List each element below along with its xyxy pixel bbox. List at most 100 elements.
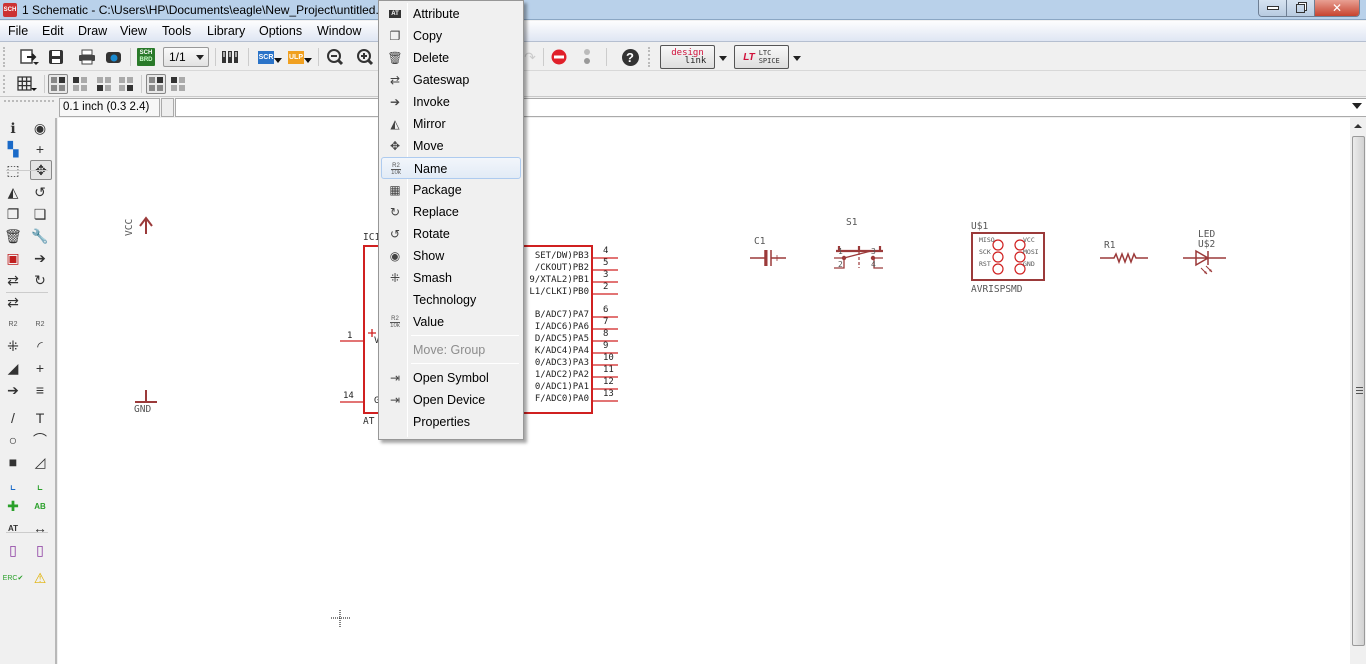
restore-button[interactable]: [1287, 0, 1315, 16]
menu-item-move[interactable]: ✥ Move: [381, 135, 521, 157]
command-input[interactable]: [175, 98, 1366, 117]
polygon-button[interactable]: ◿: [30, 452, 50, 472]
zoom-out-button[interactable]: [325, 47, 345, 67]
ltspice-dropdown[interactable]: [791, 53, 803, 63]
ltspice-button[interactable]: LT LTC SPICE: [734, 45, 789, 69]
scroll-up-button[interactable]: [1350, 118, 1366, 134]
r1-resistor[interactable]: [1100, 251, 1148, 265]
menu-item-replace[interactable]: ↻ Replace: [381, 201, 521, 223]
invoke-button[interactable]: ➔: [30, 248, 50, 268]
toolbar-grip[interactable]: [4, 100, 54, 102]
menu-edit[interactable]: Edit: [42, 24, 64, 38]
zoom-in-button[interactable]: [355, 47, 375, 67]
layout-1-button[interactable]: [48, 74, 68, 94]
paste-button[interactable]: ❏: [30, 204, 50, 224]
gnd-supply-symbol[interactable]: [135, 390, 157, 403]
menu-item-open-symbol[interactable]: ⇥ Open Symbol: [381, 367, 521, 389]
optimize-button[interactable]: +: [30, 358, 50, 378]
menu-item-mirror[interactable]: ◭ Mirror: [381, 113, 521, 135]
eye-button[interactable]: ◉: [30, 118, 50, 138]
menu-item-properties[interactable]: Properties: [381, 411, 521, 433]
add-part-button[interactable]: ▣: [3, 248, 23, 268]
command-history-dropdown-icon[interactable]: [1352, 103, 1362, 109]
value-button[interactable]: R2: [30, 314, 50, 334]
sheet-select[interactable]: 1/1: [163, 47, 209, 67]
text-button[interactable]: T: [30, 408, 50, 428]
toolbar-grip[interactable]: [3, 75, 6, 93]
layout-3-button[interactable]: [94, 74, 114, 94]
menu-item-show[interactable]: ◉ Show: [381, 245, 521, 267]
help-button[interactable]: ?: [620, 47, 640, 67]
vertical-scrollbar[interactable]: [1350, 118, 1366, 664]
rotate-button[interactable]: ↺: [30, 182, 50, 202]
menu-tools[interactable]: Tools: [162, 24, 191, 38]
split-button[interactable]: ◢: [3, 358, 23, 378]
attribute-button[interactable]: AT: [3, 518, 23, 538]
layout-5-button[interactable]: [146, 74, 166, 94]
warning-button[interactable]: ⚠: [30, 568, 50, 588]
toolbar-grip[interactable]: [648, 47, 651, 67]
menu-item-gateswap[interactable]: ⇄ Gateswap: [381, 69, 521, 91]
save-button[interactable]: [46, 47, 66, 67]
layout-4-button[interactable]: [116, 74, 136, 94]
module-button[interactable]: ▯: [30, 540, 50, 560]
schematic-canvas[interactable]: VCC GND IC1 AT 1 14 V G 4 SET/DW)PB3 5/CKO…: [58, 118, 1350, 664]
bus-break-button[interactable]: ≡: [30, 380, 50, 400]
menu-options[interactable]: Options: [259, 24, 302, 38]
arc-button[interactable]: ⌒: [30, 430, 50, 450]
menu-item-technology[interactable]: Technology: [381, 289, 521, 311]
menu-draw[interactable]: Draw: [78, 24, 107, 38]
menu-view[interactable]: View: [120, 24, 147, 38]
wire-split-button[interactable]: ➔: [3, 380, 23, 400]
delete-button[interactable]: 🗑: [3, 226, 23, 246]
print-button[interactable]: [77, 47, 97, 67]
vcc-supply-symbol[interactable]: [139, 216, 153, 234]
led-symbol[interactable]: [1183, 249, 1226, 275]
smash-button[interactable]: ⁜: [3, 336, 23, 356]
layer-settings-button[interactable]: ▚: [3, 139, 23, 159]
menu-item-open-device[interactable]: ⇥ Open Device: [381, 389, 521, 411]
pinswap-button[interactable]: ⇄: [3, 270, 23, 290]
net-button[interactable]: ⌞: [3, 474, 23, 494]
gateswap-button[interactable]: ⇄: [3, 292, 23, 312]
designlink-dropdown[interactable]: [717, 53, 729, 63]
menu-item-smash[interactable]: ⁜ Smash: [381, 267, 521, 289]
minimize-button[interactable]: [1259, 0, 1287, 16]
circle-button[interactable]: ○: [3, 430, 23, 450]
menu-item-attribute[interactable]: AT Attribute: [381, 3, 521, 25]
info-button[interactable]: ℹ: [3, 118, 23, 138]
toolbar-grip[interactable]: [3, 47, 6, 67]
rectangle-button[interactable]: ■: [3, 452, 23, 472]
erc-button[interactable]: ERC✔: [3, 568, 24, 588]
go-button[interactable]: [578, 48, 596, 66]
label-button[interactable]: AB: [30, 496, 50, 516]
close-button[interactable]: ✕: [1315, 0, 1359, 16]
junction-button[interactable]: ✚: [3, 496, 23, 516]
menu-item-package[interactable]: ▦ Package: [381, 179, 521, 201]
redo-button[interactable]: ↷: [522, 47, 538, 67]
menu-item-value[interactable]: R2 10k Value: [381, 311, 521, 333]
menu-item-delete[interactable]: 🗑 Delete: [381, 47, 521, 69]
menu-file[interactable]: File: [8, 24, 28, 38]
bus-button[interactable]: ⌞: [30, 474, 50, 494]
script-button[interactable]: SCR: [257, 47, 283, 67]
menu-item-invoke[interactable]: ➔ Invoke: [381, 91, 521, 113]
wrench-button[interactable]: 🔧: [30, 226, 50, 246]
menu-item-rotate[interactable]: ↺ Rotate: [381, 223, 521, 245]
layout-6-button[interactable]: [168, 74, 188, 94]
name-button[interactable]: R2: [3, 314, 23, 334]
open-button[interactable]: [18, 47, 40, 67]
mark-button[interactable]: +: [30, 139, 50, 159]
scroll-thumb[interactable]: [1352, 136, 1365, 646]
designlink-button[interactable]: design link: [660, 45, 715, 69]
cam-button[interactable]: [104, 47, 124, 67]
line-button[interactable]: /: [3, 408, 23, 428]
replace-button[interactable]: ↻: [30, 270, 50, 290]
copy-button[interactable]: ❐: [3, 204, 23, 224]
layer-visibility-button[interactable]: [220, 47, 240, 67]
miter-button[interactable]: ◜: [30, 336, 50, 356]
sch-brd-switch-button[interactable]: SCH BRD: [137, 48, 155, 66]
frame-button[interactable]: ▯: [3, 540, 23, 560]
layout-2-button[interactable]: [70, 74, 90, 94]
menu-item-copy[interactable]: ❐ Copy: [381, 25, 521, 47]
